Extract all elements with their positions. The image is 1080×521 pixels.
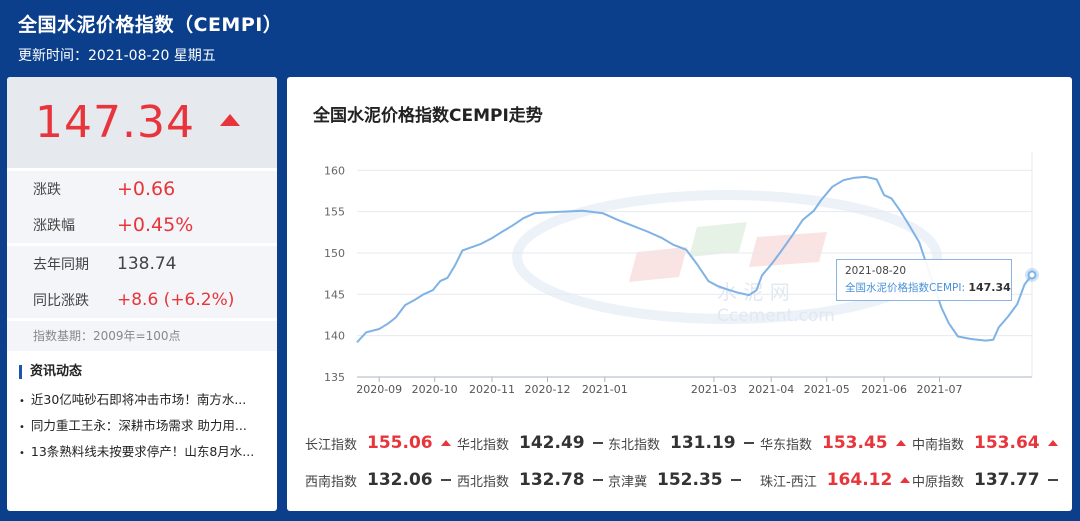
- news-item[interactable]: 近30亿吨砂石即将冲击市场！南方水...: [19, 387, 263, 413]
- x-tick-label: 2020-09: [356, 383, 402, 396]
- page-header: 全国水泥价格指数（CEMPI） 更新时间：2021-08-20 星期五: [18, 10, 282, 65]
- y-tick-label: 155: [324, 206, 345, 219]
- flat-dash-icon: [592, 442, 603, 444]
- sub-index-value: 132.78: [519, 470, 585, 490]
- y-tick-label: 140: [324, 330, 345, 343]
- sub-index-item[interactable]: 珠江-西江 164.12: [760, 470, 911, 490]
- summary-panel: 147.34 涨跌 +0.66 涨跌幅 +0.45% 去年同期 138.74 同…: [7, 77, 277, 511]
- yoy-section: 去年同期 138.74 同比涨跌 +8.6 (+6.2%): [7, 246, 277, 318]
- sub-index-name: 东北指数: [608, 437, 661, 453]
- tooltip-date: 2021-08-20: [845, 265, 907, 277]
- sub-index-item[interactable]: 华北指数 142.49: [457, 433, 603, 453]
- chart-tooltip: 2021-08-20 全国水泥价格指数CEMPI: 147.34: [836, 259, 1012, 301]
- watermark-site: Ccement.com: [717, 306, 835, 326]
- sub-index-item[interactable]: 长江指数 155.06: [305, 433, 451, 453]
- change-pct-label: 涨跌幅: [33, 218, 75, 234]
- sub-index-value: 155.06: [367, 433, 433, 453]
- change-section: 涨跌 +0.66 涨跌幅 +0.45%: [7, 171, 277, 243]
- x-tick-label: 2021-05: [804, 383, 850, 396]
- y-tick-label: 135: [324, 371, 345, 384]
- current-index-box: 147.34: [7, 77, 277, 168]
- lastyear-label: 去年同期: [33, 257, 89, 273]
- sub-index-name: 华北指数: [457, 437, 510, 453]
- x-tick-label: 2021-06: [861, 383, 907, 396]
- x-tick-label: 2021-04: [748, 383, 794, 396]
- sub-index-item[interactable]: 华东指数 153.45: [760, 433, 906, 453]
- yoy-value: +8.6 (+6.2%): [117, 290, 235, 310]
- y-tick-label: 150: [324, 247, 345, 260]
- sub-index-name: 中原指数: [912, 474, 965, 490]
- sub-index-value: 153.64: [974, 433, 1040, 453]
- flat-dash-icon: [730, 479, 741, 481]
- y-tick-label: 145: [324, 288, 345, 301]
- sub-index-value: 152.35: [657, 470, 723, 490]
- sub-index-name: 珠江-西江: [760, 474, 817, 490]
- chart-panel: 全国水泥价格指数CEMPI走势 水 泥 网 Ccement.com 2020-0…: [287, 77, 1072, 511]
- sub-index-value: 131.19: [670, 433, 736, 453]
- flat-dash-icon: [592, 479, 603, 481]
- sub-index-item[interactable]: 中原指数 137.77: [912, 470, 1058, 490]
- x-tick-label: 2021-01: [582, 383, 628, 396]
- yoy-row: 同比涨跌 +8.6 (+6.2%): [7, 282, 277, 318]
- up-arrow-icon: [900, 477, 911, 483]
- change-label: 涨跌: [33, 182, 61, 198]
- page-title: 全国水泥价格指数（CEMPI）: [18, 14, 283, 36]
- sub-index-item[interactable]: 京津冀 152.35: [608, 470, 741, 490]
- sub-index-value: 164.12: [826, 470, 893, 490]
- lastyear-row: 去年同期 138.74: [7, 246, 277, 282]
- sub-index-value: 142.49: [519, 433, 585, 453]
- flat-dash-icon: [440, 479, 451, 481]
- y-tick-label: 160: [324, 164, 345, 177]
- x-tick-label: 2020-10: [412, 383, 458, 396]
- sub-index-item[interactable]: 西南指数 132.06: [305, 470, 451, 490]
- sub-index-name: 华东指数: [760, 437, 813, 453]
- sub-index-name: 长江指数: [305, 437, 358, 453]
- x-tick-label: 2021-07: [917, 383, 963, 396]
- change-pct-row: 涨跌幅 +0.45%: [7, 207, 277, 243]
- yoy-label: 同比涨跌: [33, 293, 89, 309]
- sub-index-item[interactable]: 西北指数 132.78: [457, 470, 603, 490]
- sub-index-name: 中南指数: [912, 437, 965, 453]
- sub-index-name: 西南指数: [305, 474, 358, 490]
- sub-index-value: 153.45: [822, 433, 888, 453]
- sub-index-value: 137.77: [974, 470, 1040, 490]
- change-value: +0.66: [117, 178, 176, 200]
- sub-index-value: 132.06: [367, 470, 433, 490]
- update-time: 更新时间：2021-08-20 星期五: [18, 48, 216, 64]
- tooltip-value: 147.34: [968, 281, 1011, 294]
- flat-dash-icon: [1047, 479, 1058, 481]
- flat-dash-icon: [743, 442, 754, 444]
- up-arrow-icon: [220, 113, 241, 126]
- current-index-value: 147.34: [35, 97, 195, 148]
- up-arrow-icon: [895, 440, 906, 446]
- change-pct-value: +0.45%: [117, 214, 194, 236]
- x-tick-label: 2020-11: [469, 383, 515, 396]
- news-title: 资讯动态: [19, 365, 263, 379]
- tooltip-line: 全国水泥价格指数CEMPI: 147.34: [845, 280, 1011, 295]
- trend-chart: 水 泥 网 Ccement.com 2020-09 2020-10 2020-11 2…: [324, 152, 1039, 396]
- sub-index-name: 西北指数: [457, 474, 510, 490]
- change-row: 涨跌 +0.66: [7, 171, 277, 207]
- news-item[interactable]: 13条熟料线未按要求停产！山东8月水...: [19, 439, 263, 465]
- x-axis: 2020-09 2020-10 2020-11 2020-12 2021-01 2021-…: [356, 376, 1032, 396]
- y-axis: 135 140 145 150 155 160: [324, 164, 345, 384]
- x-tick-label: 2021-03: [691, 383, 737, 396]
- watermark-tile: [629, 247, 687, 282]
- sub-index-name: 京津冀: [608, 474, 648, 490]
- tooltip-label: 全国水泥价格指数CEMPI:: [845, 282, 965, 294]
- up-arrow-icon: [440, 440, 451, 446]
- last-point-marker[interactable]: [1027, 270, 1037, 280]
- news-section: 资讯动态 近30亿吨砂石即将冲击市场！南方水... 同力重工王永：深耕市场需求 …: [7, 351, 277, 465]
- lastyear-value: 138.74: [117, 254, 177, 274]
- base-period-note: 指数基期：2009年=100点: [7, 321, 277, 351]
- watermark-tile: [749, 232, 827, 267]
- sub-index-item[interactable]: 东北指数 131.19: [608, 433, 754, 453]
- watermark-tile: [689, 222, 747, 257]
- news-item[interactable]: 同力重工王永：深耕市场需求 助力用...: [19, 413, 263, 439]
- sub-index-item[interactable]: 中南指数 153.64: [912, 433, 1058, 453]
- up-arrow-icon: [1047, 440, 1058, 446]
- x-tick-label: 2020-12: [524, 383, 570, 396]
